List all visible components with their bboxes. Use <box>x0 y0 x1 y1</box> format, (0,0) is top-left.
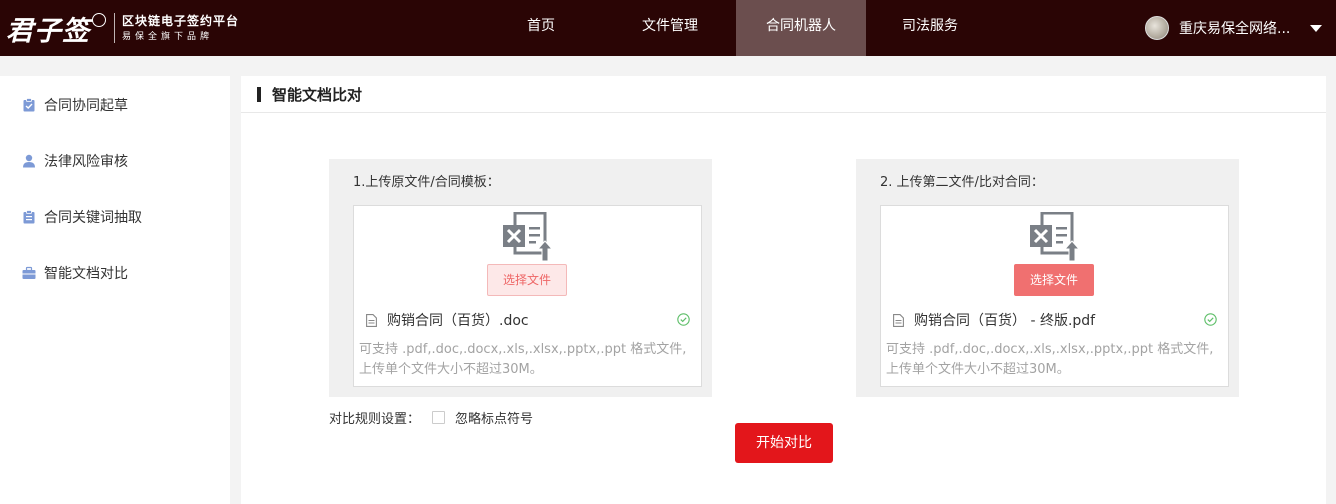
sidebar-item-smart-doc-compare[interactable]: 智能文档对比 <box>22 263 128 283</box>
logo-divider <box>114 13 115 43</box>
uploaded-file-name: 购销合同（百货） - 终版.pdf <box>914 313 1096 329</box>
page-title: 智能文档比对 <box>272 86 363 104</box>
sidebar: 合同协同起草 法律风险审核 合同关键词抽取 智能文档对比 <box>0 76 230 504</box>
logo-main-text: 君子签 <box>6 15 90 47</box>
logo-tagline: 区块链电子签约平台 易保全旗下品牌 <box>122 13 239 43</box>
chevron-down-icon[interactable] <box>1310 24 1323 32</box>
top-header: 君子签 区块链电子签约平台 易保全旗下品牌 首页 文件管理 合同机器人 司法服务… <box>0 0 1336 56</box>
clipboard-list-icon <box>23 210 35 224</box>
sidebar-item-label: 法律风险审核 <box>44 154 128 170</box>
document-icon <box>366 313 377 327</box>
upload-hint: 可支持 .pdf,.doc,.docx,.xls,.xlsx,.pptx,.pp… <box>886 342 1214 377</box>
document-icon <box>893 313 904 327</box>
avatar[interactable] <box>1145 16 1169 40</box>
ignore-punctuation-checkbox[interactable] <box>432 411 445 424</box>
upload-hint: 可支持 .pdf,.doc,.docx,.xls,.xlsx,.pptx,.pp… <box>359 342 687 377</box>
excel-upload-icon <box>503 212 554 262</box>
sidebar-item-label: 合同关键词抽取 <box>44 210 142 226</box>
choose-file-button[interactable]: 选择文件 <box>487 264 567 296</box>
logo-tagline-line1: 区块链电子签约平台 <box>122 14 240 28</box>
person-icon <box>23 154 35 168</box>
logo-tagline-line2: 易保全旗下品牌 <box>122 32 214 42</box>
nav-contract-robot[interactable]: 合同机器人 <box>736 0 866 56</box>
uploaded-file[interactable]: 购销合同（百货）.doc <box>366 310 690 330</box>
page-title-bar: 智能文档比对 <box>241 76 1326 113</box>
start-compare-button[interactable]: 开始对比 <box>735 423 833 463</box>
nav-home[interactable]: 首页 <box>492 0 590 56</box>
sidebar-item-label: 智能文档对比 <box>44 266 128 282</box>
logo-seal-icon <box>92 13 106 27</box>
choose-file-button[interactable]: 选择文件 <box>1014 264 1094 296</box>
ignore-punctuation-label[interactable]: 忽略标点符号 <box>455 408 533 427</box>
sidebar-item-keyword-extraction[interactable]: 合同关键词抽取 <box>22 207 142 227</box>
title-marker <box>257 87 261 102</box>
uploaded-file-name: 购销合同（百货）.doc <box>387 313 529 329</box>
excel-upload-icon <box>1030 212 1081 262</box>
upload-dropzone[interactable]: 选择文件 购销合同（百货） - 终版.pdf 可支持 .pdf,.doc,.do… <box>880 205 1229 387</box>
uploaded-file[interactable]: 购销合同（百货） - 终版.pdf <box>893 310 1217 330</box>
brand-logo[interactable]: 君子签 区块链电子签约平台 易保全旗下品牌 <box>6 8 239 48</box>
user-name[interactable]: 重庆易保全网络... <box>1179 18 1290 38</box>
sidebar-item-collaborative-drafting[interactable]: 合同协同起草 <box>22 95 128 115</box>
upload-panel-compare: 2. 上传第二文件/比对合同： 选择文件 购销合同（百货） - 终版.pdf 可… <box>856 159 1239 397</box>
upload-panel-label: 1.上传原文件/合同模板： <box>353 175 500 190</box>
nav-file-management[interactable]: 文件管理 <box>616 0 724 56</box>
upload-panel-label: 2. 上传第二文件/比对合同： <box>880 175 1044 190</box>
sidebar-item-legal-risk-review[interactable]: 法律风险审核 <box>22 151 128 171</box>
check-circle-icon <box>1204 313 1217 326</box>
check-circle-icon <box>677 313 690 326</box>
main-content: 智能文档比对 1.上传原文件/合同模板： 选择文件 购销合同（百货）.doc 可… <box>241 76 1326 504</box>
sidebar-item-label: 合同协同起草 <box>44 98 128 114</box>
clipboard-check-icon <box>23 98 35 112</box>
upload-panel-original: 1.上传原文件/合同模板： 选择文件 购销合同（百货）.doc 可支持 .pdf… <box>329 159 712 397</box>
briefcase-icon <box>22 266 36 279</box>
upload-dropzone[interactable]: 选择文件 购销合同（百货）.doc 可支持 .pdf,.doc,.docx,.x… <box>353 205 702 387</box>
user-menu[interactable]: 重庆易保全网络... <box>1145 14 1323 42</box>
nav-judicial-services[interactable]: 司法服务 <box>876 0 984 56</box>
compare-rule-label: 对比规则设置： <box>329 412 421 427</box>
